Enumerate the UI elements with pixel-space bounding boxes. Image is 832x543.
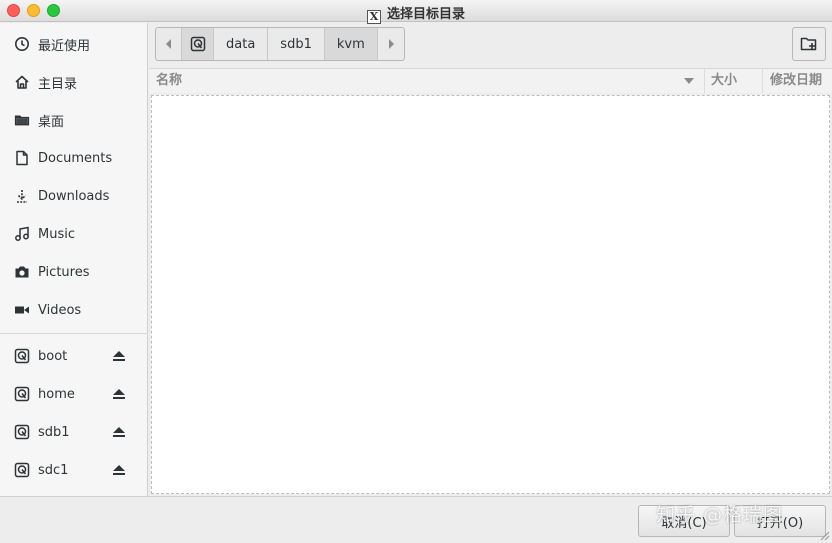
places-sidebar: 最近使用 主目录 桌面 Documents Downloads Music Pi… [0, 23, 148, 496]
sidebar-item-label: boot [38, 348, 68, 364]
music-icon [14, 226, 30, 242]
new-folder-icon [800, 37, 817, 51]
sidebar-item-label: Pictures [38, 264, 90, 280]
window-title-area: X 选择目标目录 [0, 3, 832, 24]
chevron-right-icon [388, 39, 394, 49]
drive-icon [14, 386, 30, 402]
title-bar: X 选择目标目录 [0, 0, 832, 24]
sidebar-item-desktop[interactable]: 桌面 [0, 101, 148, 139]
sidebar-item-label: 桌面 [38, 114, 65, 130]
sidebar-item-label: Downloads [38, 188, 110, 204]
video-icon [14, 302, 30, 318]
watermark-text: 知乎 @格瑞图 [656, 504, 784, 526]
sidebar-item-boot[interactable]: boot [0, 337, 148, 375]
sidebar-item-sdb1[interactable]: sdb1 [0, 413, 148, 451]
sidebar-item-label: Documents [38, 150, 113, 166]
path-scroll-left-button[interactable] [156, 28, 182, 60]
home-icon [14, 74, 30, 90]
sidebar-item-recent[interactable]: 最近使用 [0, 25, 148, 63]
path-bar: data sdb1 kvm [155, 27, 405, 61]
sidebar-item-label: sdc1 [38, 462, 69, 478]
drive-icon [14, 348, 30, 364]
column-divider[interactable] [704, 69, 705, 93]
x11-icon: X [366, 10, 381, 24]
sort-descending-icon [684, 78, 694, 84]
column-size-header[interactable]: 大小 [711, 69, 737, 93]
column-modified-header[interactable]: 修改日期 [770, 69, 822, 93]
eject-icon[interactable] [112, 387, 126, 401]
create-folder-button[interactable] [792, 27, 826, 61]
eject-icon[interactable] [112, 463, 126, 477]
column-name-header[interactable]: 名称 [156, 69, 182, 93]
path-segment-data[interactable]: data [214, 28, 269, 60]
resize-grip-icon[interactable] [818, 529, 830, 541]
column-header-row: 名称 大小 修改日期 [149, 69, 832, 93]
sidebar-item-home[interactable]: 主目录 [0, 63, 148, 101]
chevron-left-icon [165, 39, 171, 49]
eject-icon[interactable] [112, 349, 126, 363]
sidebar-item-sdc1[interactable]: sdc1 [0, 451, 148, 489]
sidebar-item-label: home [38, 386, 75, 402]
document-icon [14, 150, 30, 166]
sidebar-item-music[interactable]: Music [0, 215, 148, 253]
sidebar-item-label: Music [38, 226, 75, 242]
clock-icon [14, 36, 30, 52]
drive-icon [190, 36, 205, 52]
sidebar-item-label: 主目录 [38, 76, 78, 92]
drive-icon [14, 462, 30, 478]
path-segment-sdb1[interactable]: sdb1 [268, 28, 325, 60]
drive-icon [14, 424, 30, 440]
path-root-drive-button[interactable] [182, 28, 214, 60]
eject-icon[interactable] [112, 425, 126, 439]
sidebar-item-home-drive[interactable]: home [0, 375, 148, 413]
sidebar-item-documents[interactable]: Documents [0, 139, 148, 177]
sidebar-item-label: sdb1 [38, 424, 70, 440]
file-list[interactable] [151, 95, 830, 494]
sidebar-item-videos[interactable]: Videos [0, 291, 148, 329]
sidebar-divider [0, 333, 148, 334]
sidebar-item-label: 最近使用 [38, 38, 91, 54]
download-icon [14, 188, 30, 204]
path-scroll-right-button[interactable] [378, 28, 404, 60]
path-segment-kvm[interactable]: kvm [324, 28, 378, 60]
sidebar-item-label: Videos [38, 302, 82, 318]
column-divider[interactable] [762, 69, 763, 93]
folder-icon [14, 112, 30, 128]
sidebar-item-pictures[interactable]: Pictures [0, 253, 148, 291]
camera-icon [14, 264, 30, 280]
window-title: 选择目标目录 [386, 7, 465, 22]
sidebar-item-downloads[interactable]: Downloads [0, 177, 148, 215]
